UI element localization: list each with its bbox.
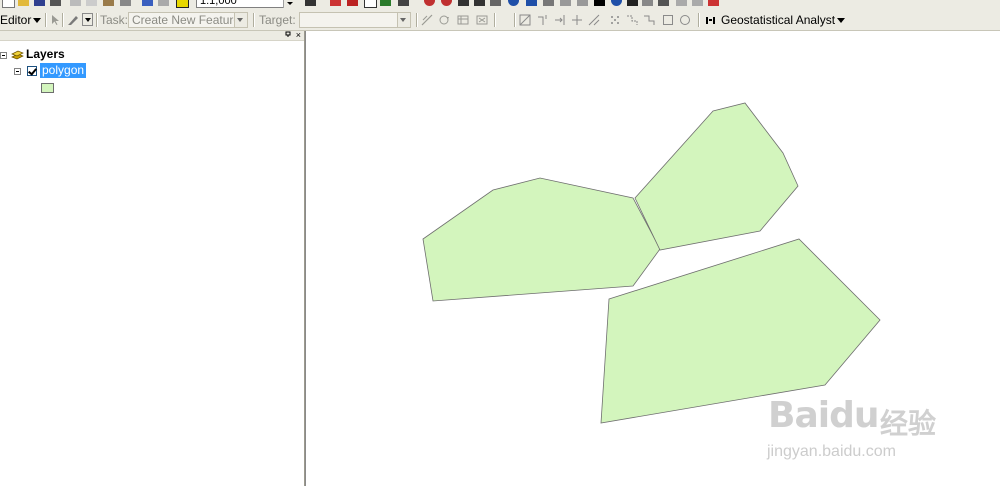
toolbar-separator <box>96 13 98 27</box>
toolbar-separator <box>62 13 64 27</box>
save-icon[interactable] <box>34 0 45 6</box>
print-icon[interactable] <box>50 0 61 6</box>
add-data-icon[interactable] <box>176 0 189 8</box>
sketch-tool-icon[interactable] <box>67 14 80 26</box>
split-tool-icon[interactable] <box>421 14 433 26</box>
layers-collapse-toggle[interactable] <box>0 52 7 59</box>
new-icon[interactable] <box>2 0 15 8</box>
table-of-contents: × Layers polygon <box>0 31 305 486</box>
geostatistical-analyst-menu[interactable]: Geostatistical Analyst <box>721 10 846 30</box>
go-to-xy-icon[interactable] <box>642 0 653 6</box>
clear-selection-icon[interactable] <box>577 0 588 6</box>
zoom-in-icon[interactable] <box>424 0 435 6</box>
hyperlink-icon[interactable] <box>676 0 687 6</box>
fixed-zoom-out-icon[interactable] <box>474 0 485 6</box>
time-slider-icon[interactable] <box>708 0 719 6</box>
arccatalog-icon[interactable] <box>364 0 377 8</box>
editor-menu-label: Editor <box>0 13 32 27</box>
attributes-icon[interactable] <box>457 14 469 26</box>
measure-icon[interactable] <box>658 0 669 6</box>
model-builder-icon[interactable] <box>380 0 391 6</box>
full-extent-icon[interactable] <box>508 0 519 6</box>
editor-toolbar-icon[interactable] <box>305 0 316 6</box>
open-icon[interactable] <box>18 0 29 6</box>
task-dropdown[interactable]: Create New Feature <box>128 12 248 28</box>
toolbar-separator <box>253 13 255 27</box>
cut-icon[interactable] <box>70 0 81 6</box>
sketch-properties-icon[interactable] <box>476 14 488 26</box>
redo-icon[interactable] <box>158 0 169 6</box>
arctoolbox-icon[interactable] <box>330 0 341 6</box>
toolbar-separator <box>494 13 496 27</box>
forward-extent-icon[interactable] <box>543 0 554 6</box>
circle-tool-icon[interactable] <box>679 14 691 26</box>
undo-icon[interactable] <box>142 0 153 6</box>
layer-visibility-checkbox[interactable] <box>27 66 37 76</box>
toolbar-separator <box>698 13 700 27</box>
geostatistical-analyst-label: Geostatistical Analyst <box>721 13 836 27</box>
map-scale-dropdown[interactable] <box>283 0 296 8</box>
pin-icon[interactable] <box>285 31 291 37</box>
fixed-zoom-in-icon[interactable] <box>458 0 469 6</box>
editor-menu[interactable]: Editor <box>0 10 42 30</box>
smooth-tool-icon[interactable] <box>643 14 655 26</box>
close-icon[interactable]: × <box>296 31 301 40</box>
select-elements-icon[interactable] <box>594 0 605 6</box>
legend-swatch <box>41 83 54 93</box>
paste-icon[interactable] <box>103 0 114 6</box>
chevron-down-icon <box>397 13 410 27</box>
back-extent-icon[interactable] <box>526 0 537 6</box>
select-features-icon[interactable] <box>560 0 571 6</box>
layer-collapse-toggle[interactable] <box>14 68 21 75</box>
command-line-icon[interactable] <box>347 0 358 6</box>
intersect-tool-icon[interactable] <box>571 14 583 26</box>
fillet-tool-icon[interactable] <box>588 14 600 26</box>
generalize-tool-icon[interactable] <box>626 14 638 26</box>
trim-tool-icon[interactable] <box>537 14 549 26</box>
chevron-down-icon <box>837 18 846 24</box>
toolbar-separator <box>45 13 47 27</box>
zoom-out-icon[interactable] <box>441 0 452 6</box>
task-label: Task: <box>100 13 129 27</box>
rectangle-tool-icon[interactable] <box>662 14 674 26</box>
target-dropdown[interactable] <box>299 12 411 28</box>
explode-tool-icon[interactable] <box>609 14 621 26</box>
layers-icon <box>11 50 24 60</box>
task-dropdown-value: Create New Feature <box>132 13 241 27</box>
watermark-url: jingyan.baidu.com <box>767 443 896 460</box>
sketch-tool-dropdown[interactable] <box>82 13 93 26</box>
toolbar-separator <box>416 13 418 27</box>
editor-toolbar: Editor Task: Create New Feature Target: <box>0 10 1000 31</box>
toolbar-separator <box>514 13 516 27</box>
chevron-down-icon <box>234 13 247 27</box>
rotate-tool-icon[interactable] <box>438 14 450 26</box>
chevron-down-icon <box>33 18 42 24</box>
delete-icon[interactable] <box>120 0 131 6</box>
identify-icon[interactable] <box>611 0 622 6</box>
copy-icon[interactable] <box>86 0 97 6</box>
geostatistical-analyst-icon <box>706 17 715 24</box>
extend-tool-icon[interactable] <box>554 14 566 26</box>
whats-this-icon[interactable] <box>398 0 409 6</box>
map-scale-input[interactable]: 1:1,000 <box>196 0 296 8</box>
layer-name-polygon[interactable]: polygon <box>40 63 87 78</box>
topology-edit-icon[interactable] <box>519 14 531 26</box>
pan-icon[interactable] <box>490 0 501 6</box>
layers-root-label[interactable]: Layers <box>26 47 65 61</box>
edit-tool-icon[interactable] <box>50 14 62 26</box>
html-popup-icon[interactable] <box>692 0 703 6</box>
watermark-text: 经验 <box>880 408 937 439</box>
target-label: Target: <box>259 13 296 27</box>
find-icon[interactable] <box>627 0 638 6</box>
watermark-logo: Baidu <box>768 395 879 436</box>
toc-title-bar: × <box>0 31 304 41</box>
